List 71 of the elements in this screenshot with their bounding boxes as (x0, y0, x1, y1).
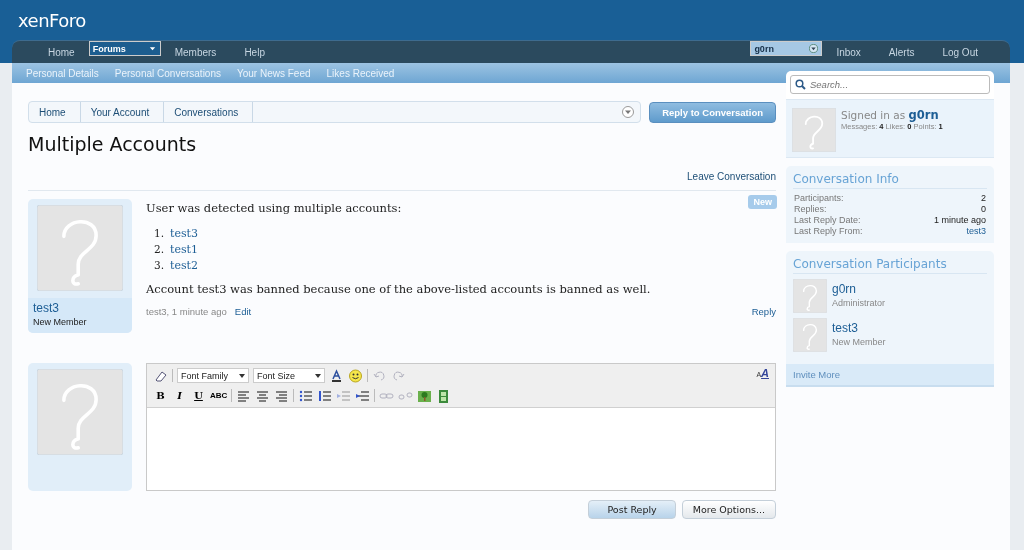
bullets-icon[interactable] (298, 388, 314, 403)
logo[interactable]: xenForo (18, 9, 86, 31)
edit-link[interactable]: Edit (234, 306, 252, 317)
info-value: 0 (981, 204, 986, 215)
account-link[interactable]: test3 (170, 227, 199, 240)
signed-in-text: Signed in as g0rn (841, 108, 940, 122)
caret-icon[interactable] (147, 44, 157, 53)
list-number: 3. (154, 259, 165, 272)
new-badge: New (748, 195, 777, 209)
avatar-placeholder (793, 279, 827, 313)
caret-icon[interactable] (315, 373, 321, 378)
user-title: New Member (33, 317, 87, 327)
info-label: Last Reply Date: (794, 215, 861, 226)
breadcrumb-item[interactable]: Your Account (80, 102, 165, 122)
caret-icon[interactable] (239, 373, 245, 378)
align-right-icon[interactable] (274, 388, 290, 403)
format-button[interactable]: B (153, 390, 168, 401)
post-reply-button[interactable]: Post Reply (588, 500, 676, 519)
dropdown-icon[interactable] (622, 106, 635, 118)
list-number: 2. (154, 243, 165, 256)
panel-heading: Conversation Participants (793, 251, 987, 274)
breadcrumb-item[interactable]: Home (29, 102, 81, 122)
nav-tab[interactable]: Members (160, 41, 231, 63)
account-link[interactable]: test1 (170, 243, 199, 256)
info-value: 1 minute ago (933, 215, 986, 226)
message-text: Account test3 was banned because one of the above-listed accounts is banned as well. (146, 282, 651, 296)
nav-tab[interactable]: Help (230, 41, 279, 63)
nav-tab[interactable]: g0rn (750, 41, 823, 56)
avatar-placeholder (793, 318, 827, 352)
numbers-icon[interactable] (317, 388, 333, 403)
nav-tab[interactable]: Alerts (874, 41, 929, 63)
participant-link[interactable]: g0rn (832, 282, 885, 296)
align-left-icon[interactable] (236, 388, 252, 403)
participant-link[interactable]: test3 (832, 321, 886, 335)
message-text: User was detected using multiple accounts: (146, 201, 402, 215)
breadcrumb-item[interactable]: Conversations (164, 102, 254, 122)
info-link[interactable]: test3 (966, 226, 986, 237)
smiley-icon[interactable] (348, 368, 363, 383)
participant-title: New Member (832, 337, 886, 347)
info-label: Last Reply From: (794, 226, 863, 237)
nav-tab[interactable]: Home (34, 41, 89, 63)
nav-tab[interactable]: Log Out (928, 41, 992, 63)
participant-title: Administrator (832, 298, 885, 308)
format-button[interactable]: U (191, 390, 206, 401)
font-select[interactable]: Font Size (253, 368, 325, 383)
align-center-icon[interactable] (255, 388, 271, 403)
image-icon[interactable] (417, 388, 433, 403)
page-title: Multiple Accounts (28, 133, 198, 155)
format-button[interactable]: I (172, 390, 187, 401)
font-select[interactable]: Font Family (177, 368, 249, 383)
more-options-button[interactable]: More Options... (681, 500, 776, 519)
panel-heading: Conversation Info (793, 166, 987, 189)
info-label: Participants: (794, 193, 844, 204)
avatar-placeholder (792, 108, 836, 152)
list-number: 1. (154, 227, 165, 240)
username-link[interactable]: g0rn (908, 108, 939, 122)
post-meta: test3, 1 minute ago (146, 306, 227, 317)
color-icon[interactable] (329, 368, 344, 383)
format-button[interactable]: ABC (210, 391, 228, 400)
info-value: 2 (981, 193, 986, 204)
indent-icon[interactable] (355, 388, 371, 403)
nav-tab[interactable]: Inbox (822, 41, 875, 63)
account-link[interactable]: test2 (170, 259, 199, 272)
username-link[interactable]: test3 (33, 301, 127, 315)
search-field[interactable]: Search... (790, 75, 990, 94)
search-icon (795, 79, 806, 90)
info-label: Replies: (794, 204, 827, 215)
reply-link[interactable]: Reply (751, 306, 776, 317)
leave-conversation-link[interactable]: Leave Conversation (687, 171, 776, 182)
nav-tab[interactable]: Forums (88, 41, 161, 56)
dropdown-icon[interactable] (809, 44, 819, 53)
